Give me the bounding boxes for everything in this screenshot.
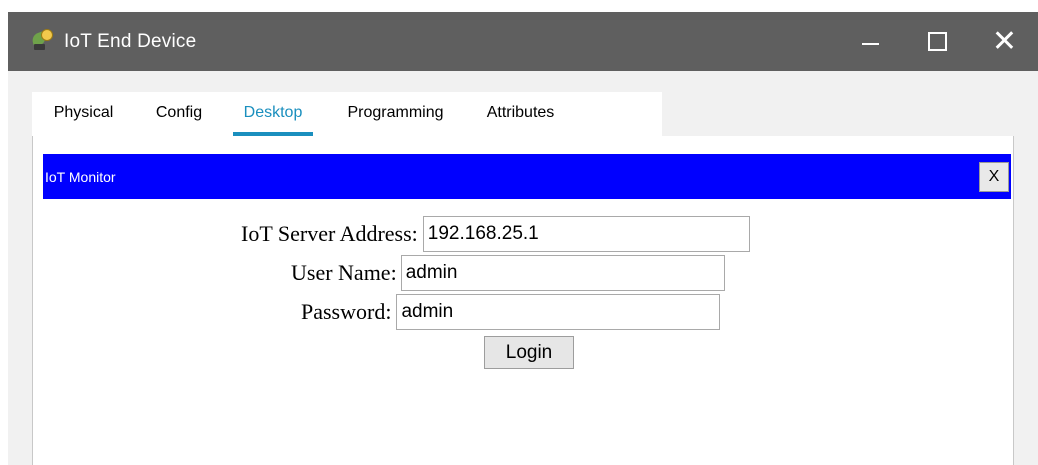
- tab-desktop[interactable]: Desktop: [223, 98, 323, 136]
- iot-device-icon: [26, 25, 60, 59]
- tab-config[interactable]: Config: [135, 98, 223, 136]
- window-title: IoT End Device: [64, 30, 197, 52]
- server-address-row: IoT Server Address:: [241, 216, 750, 252]
- server-address-label: IoT Server Address:: [241, 221, 418, 246]
- tab-programming[interactable]: Programming: [323, 98, 468, 136]
- username-row: User Name:: [291, 255, 725, 291]
- iot-monitor-close-button[interactable]: X: [979, 161, 1009, 192]
- minimize-icon: [862, 42, 879, 45]
- username-label: User Name:: [291, 260, 397, 285]
- tab-physical[interactable]: Physical: [32, 98, 135, 136]
- minimize-button[interactable]: [837, 12, 904, 71]
- username-input[interactable]: [400, 255, 725, 291]
- password-row: Password:: [301, 294, 721, 330]
- server-address-input[interactable]: [422, 216, 750, 252]
- window-controls: ✕: [837, 12, 1038, 71]
- maximize-button[interactable]: [904, 12, 971, 71]
- desktop-content: IoT Monitor X IoT Server Address: User N…: [32, 136, 1014, 465]
- tab-attributes[interactable]: Attributes: [468, 98, 573, 136]
- window-titlebar: IoT End Device ✕: [8, 12, 1038, 71]
- iot-monitor-title: IoT Monitor: [45, 168, 116, 185]
- tab-bar: Physical Config Desktop Programming Attr…: [32, 92, 662, 136]
- close-icon: ✕: [991, 25, 1018, 58]
- device-panel: Physical Config Desktop Programming Attr…: [8, 71, 1038, 465]
- login-button[interactable]: Login: [484, 336, 574, 369]
- close-button[interactable]: ✕: [971, 12, 1038, 71]
- iot-monitor-header: IoT Monitor X: [43, 154, 1011, 199]
- password-input[interactable]: [396, 294, 721, 330]
- password-label: Password:: [301, 299, 392, 324]
- maximize-icon: [928, 32, 947, 51]
